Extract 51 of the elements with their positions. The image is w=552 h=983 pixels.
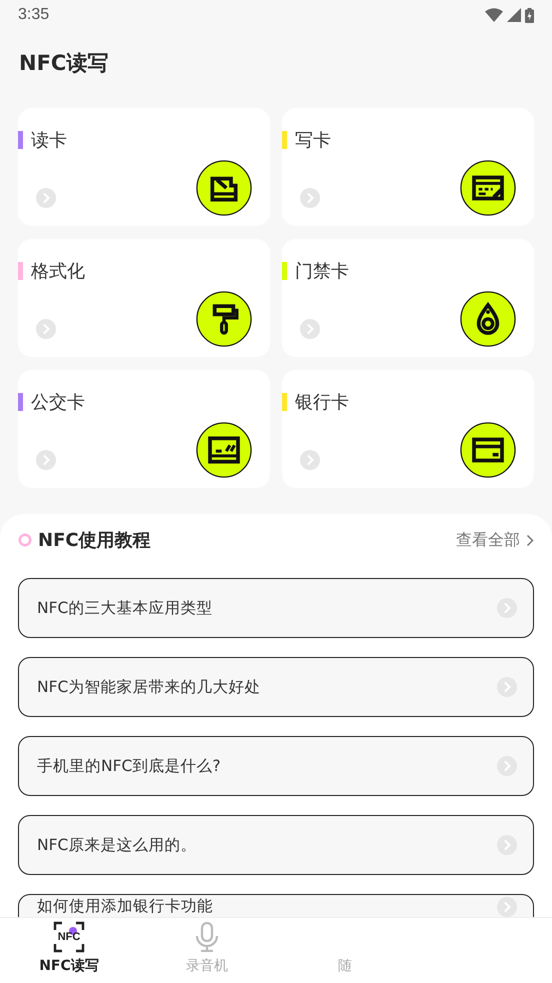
card-title: 银行卡 — [295, 391, 349, 414]
page-title: NFC读写 — [19, 50, 108, 77]
microphone-icon — [194, 922, 220, 952]
feature-card[interactable]: 门禁卡 — [282, 239, 534, 357]
card-icon — [196, 422, 252, 478]
chevron-icon — [497, 835, 517, 855]
item-title: NFC为智能家居带来的几大好处 — [37, 676, 260, 698]
chevron-icon — [300, 319, 320, 339]
tutorial-item[interactable]: 手机里的NFC到底是什么? — [18, 736, 534, 796]
chevron-icon — [36, 319, 56, 339]
view-all-link[interactable]: 查看全部 — [456, 530, 534, 550]
battery-icon — [525, 8, 534, 22]
ring-icon — [18, 533, 32, 547]
status-time: 3:35 — [18, 6, 50, 24]
chevron-icon — [497, 677, 517, 697]
tutorial-item[interactable]: NFC为智能家居带来的几大好处 — [18, 657, 534, 717]
card-title: 读卡 — [31, 129, 67, 152]
feature-card[interactable]: 银行卡 — [282, 370, 534, 488]
item-title: 如何使用添加银行卡功能 — [37, 897, 213, 915]
chevron-icon — [497, 598, 517, 618]
section-title: NFC使用教程 — [38, 529, 152, 552]
tutorial-item[interactable]: NFC的三大基本应用类型 — [18, 578, 534, 638]
feature-card[interactable]: 公交卡 — [18, 370, 270, 488]
card-reader-icon — [196, 160, 252, 216]
feature-card[interactable]: 写卡 — [282, 108, 534, 226]
chevron-icon — [36, 188, 56, 208]
wifi-icon — [485, 8, 503, 22]
tutorial-item[interactable]: NFC原来是这么用的。 — [18, 815, 534, 875]
card-title: 格式化 — [31, 260, 85, 283]
nfc-label: NFC — [58, 931, 80, 943]
item-title: NFC原来是这么用的。 — [37, 834, 196, 856]
feature-card[interactable]: 格式化 — [18, 239, 270, 357]
card-title: 公交卡 — [31, 391, 85, 414]
item-title: 手机里的NFC到底是什么? — [37, 756, 221, 776]
item-title: NFC的三大基本应用类型 — [37, 598, 212, 618]
chevron-icon — [300, 188, 320, 208]
card-title: 门禁卡 — [295, 260, 349, 283]
key-fob-icon — [460, 291, 516, 347]
chevron-icon — [36, 450, 56, 470]
chevron-icon — [300, 450, 320, 470]
signal-icon — [507, 8, 521, 22]
card-title: 写卡 — [295, 129, 331, 152]
chevron-right-icon — [526, 534, 534, 546]
chevron-icon — [497, 756, 517, 776]
tutorial-item[interactable]: 如何使用添加银行卡功能 — [18, 894, 534, 917]
nav-tab[interactable]: NFC NFC读写 — [0, 918, 138, 983]
credit-card-icon — [460, 422, 516, 478]
scan-frame-drawing — [53, 921, 85, 953]
feature-card[interactable]: 读卡 — [18, 108, 270, 226]
paint-roller-icon — [196, 291, 252, 347]
card-pencil-icon — [460, 160, 516, 216]
